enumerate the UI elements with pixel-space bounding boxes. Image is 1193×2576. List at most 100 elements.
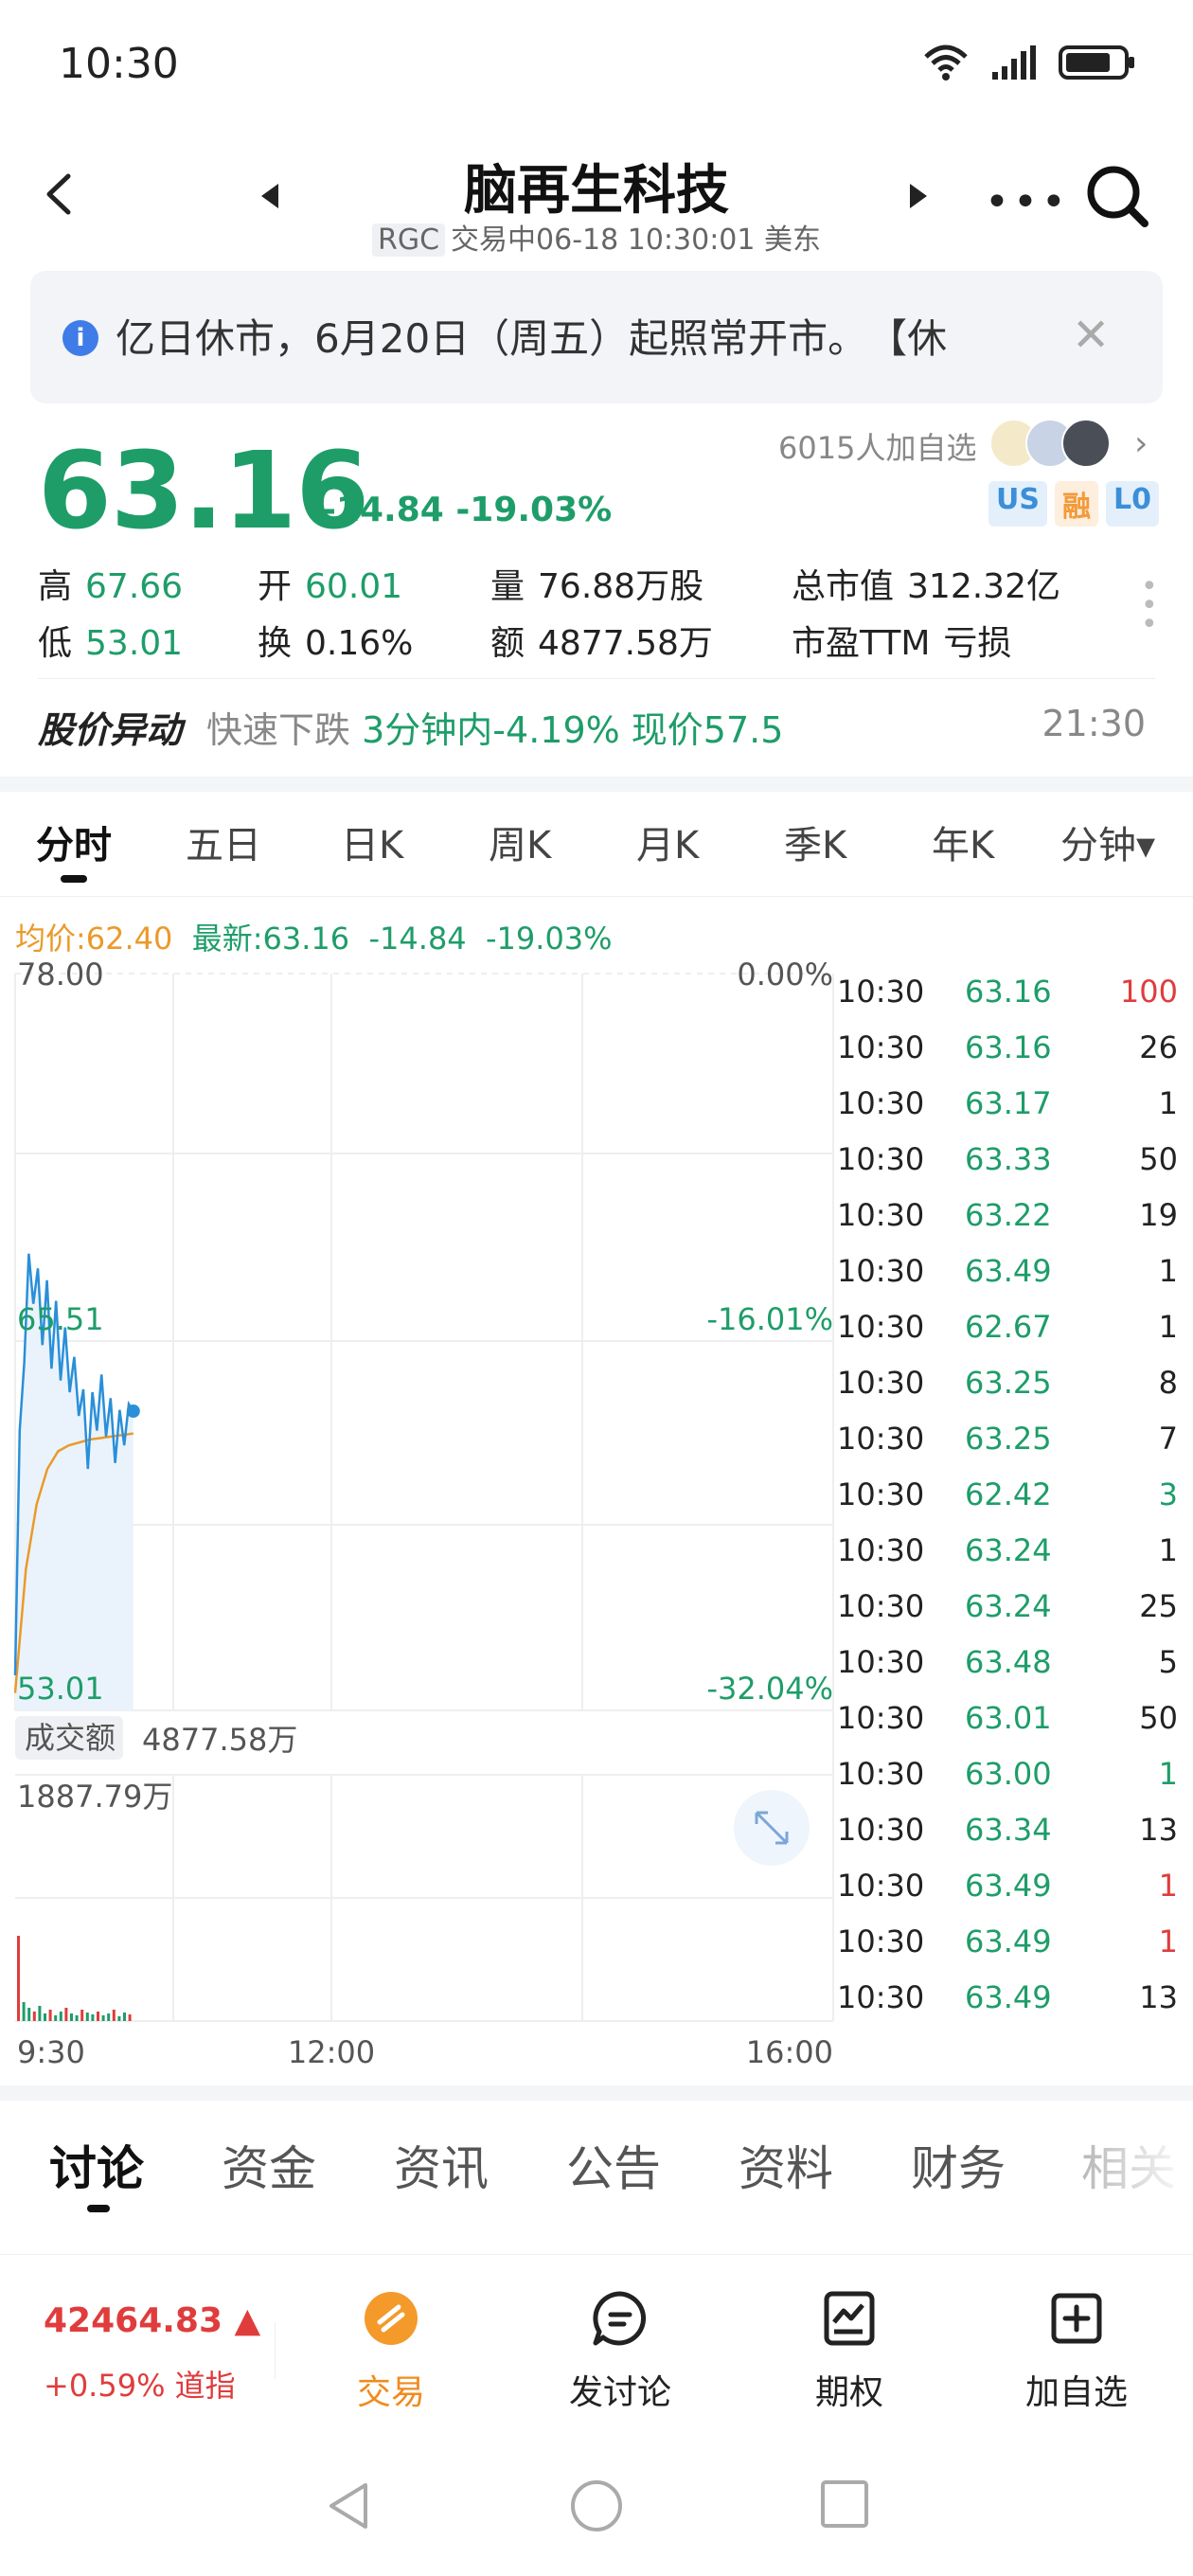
system-home-icon[interactable]	[568, 2478, 625, 2534]
tab-yearly-k[interactable]: 年K	[932, 814, 994, 869]
stat-turnover: 换 0.16%	[258, 624, 414, 663]
info-icon: i	[62, 320, 98, 356]
system-back-icon[interactable]	[324, 2478, 373, 2534]
tab-intraday[interactable]: 分时	[36, 814, 112, 869]
next-stock-button[interactable]	[904, 180, 933, 212]
volume-bar	[54, 2015, 58, 2021]
tick-row: 10:30 63.25 8	[837, 1365, 1178, 1421]
tick-time: 10:30	[837, 1085, 925, 1121]
tab-financials[interactable]: 财务	[911, 2131, 1006, 2199]
tabs-fade	[1060, 2121, 1193, 2207]
nav-add-watchlist[interactable]: 加自选	[1006, 2288, 1148, 2414]
volume-bar	[44, 2013, 46, 2021]
tick-price: 63.49	[965, 1979, 1052, 2015]
margin-badge: 融	[1054, 481, 1098, 527]
tick-volume: 1	[1158, 1756, 1178, 1792]
tick-row: 10:30 63.01 50	[837, 1700, 1178, 1756]
tick-time: 10:30	[837, 1812, 925, 1848]
tick-time: 10:30	[837, 1588, 925, 1624]
search-icon[interactable]	[1084, 163, 1150, 229]
system-recents-icon[interactable]	[818, 2478, 871, 2531]
section-divider	[0, 2085, 1193, 2101]
tick-volume: 50	[1139, 1700, 1178, 1736]
tick-price: 63.24	[965, 1532, 1052, 1568]
volume-bar	[101, 2015, 105, 2021]
tick-row: 10:30 63.25 7	[837, 1421, 1178, 1476]
tick-time: 10:30	[837, 1700, 925, 1736]
tick-time: 10:30	[837, 1421, 925, 1457]
divider	[0, 896, 1193, 897]
close-icon[interactable]: ✕	[1072, 309, 1110, 362]
nav-post-discussion[interactable]: 发讨论	[549, 2288, 691, 2414]
tick-price: 63.48	[965, 1644, 1052, 1680]
options-chart-icon	[824, 2291, 875, 2346]
tab-capital[interactable]: 资金	[222, 2131, 316, 2199]
volume-bar	[91, 2014, 95, 2021]
more-stats-icon[interactable]: • • •	[1141, 573, 1158, 639]
volume-bars	[17, 1936, 132, 2021]
volume-bar	[128, 2014, 132, 2021]
tab-discussion[interactable]: 讨论	[49, 2131, 144, 2199]
tab-monthly-k[interactable]: 月K	[636, 814, 699, 869]
tab-news[interactable]: 资讯	[394, 2131, 489, 2199]
notice-text: 亿日休市，6月20日（周五）起照常开市。 【休	[116, 315, 948, 362]
volume-bar	[59, 2012, 62, 2021]
latest-price: 最新:63.16	[191, 921, 350, 957]
trading-status: 交易中06-18 10:30:01 美东	[451, 224, 822, 257]
latest-price-dot	[126, 1404, 140, 1419]
index-price[interactable]: 42464.83 ▲	[44, 2301, 260, 2340]
watcher-count[interactable]: 6015人加自选	[778, 424, 976, 468]
tick-price: 62.67	[965, 1309, 1052, 1345]
tick-volume: 1	[1158, 1532, 1178, 1568]
tab-daily-k[interactable]: 日K	[341, 814, 403, 869]
tick-price: 63.16	[965, 1029, 1052, 1065]
stat-volume: 量 76.88万股	[490, 567, 704, 606]
price-change: -14.84 -19.03%	[322, 491, 613, 529]
price-alert[interactable]: 股价异动 快速下跌 3分钟内-4.19% 现价57.5	[38, 701, 783, 753]
battery-icon	[1059, 45, 1134, 80]
volume-bar	[85, 2012, 89, 2021]
tick-price: 63.00	[965, 1756, 1052, 1792]
pct-label-top: 0.00%	[737, 957, 833, 993]
volume-bar	[70, 2013, 73, 2021]
tick-volume: 1	[1158, 1923, 1178, 1959]
tick-row: 10:30 63.49 1	[837, 1868, 1178, 1923]
us-badge: US	[988, 481, 1047, 527]
volume-label: 成交额	[25, 1720, 116, 1756]
notice-banner[interactable]: i 亿日休市，6月20日（周五）起照常开市。 【休 ✕	[30, 271, 1163, 403]
tick-volume: 13	[1139, 1979, 1178, 2015]
tick-price: 63.01	[965, 1700, 1052, 1736]
avatar	[1061, 419, 1111, 468]
tick-list[interactable]: 10:30 63.16 100 10:30 63.16 26 10:30 63.17 1 10:3…	[837, 974, 1178, 2035]
stat-high: 高 67.66	[38, 567, 184, 606]
tick-volume: 1	[1158, 1085, 1178, 1121]
tab-announcements[interactable]: 公告	[566, 2131, 661, 2199]
watcher-avatars[interactable]	[989, 419, 1111, 468]
tab-profile[interactable]: 资料	[739, 2131, 833, 2199]
tick-price: 63.49	[965, 1253, 1052, 1289]
tab-5day[interactable]: 五日	[186, 814, 261, 869]
y-label-mid: 65.51	[17, 1301, 104, 1337]
volume-bar	[117, 2016, 121, 2021]
tab-quarterly-k[interactable]: 季K	[784, 814, 846, 869]
nav-options[interactable]: 期权	[778, 2288, 920, 2414]
tick-price: 63.34	[965, 1812, 1052, 1848]
x-label-open: 9:30	[17, 2034, 85, 2070]
signal-icon	[992, 45, 1036, 80]
intraday-chart[interactable]: 78.00 65.51 53.01 0.00% -16.01% -32.04% …	[0, 957, 837, 2093]
chevron-right-icon[interactable]: ›	[1134, 424, 1148, 463]
more-button[interactable]: •••	[985, 178, 1070, 226]
tick-row: 10:30 63.48 5	[837, 1644, 1178, 1700]
section-divider	[0, 777, 1193, 792]
tick-time: 10:30	[837, 1644, 925, 1680]
tick-volume: 3	[1158, 1476, 1178, 1512]
tick-row: 10:30 63.33 50	[837, 1141, 1178, 1197]
tick-volume: 5	[1158, 1644, 1178, 1680]
tick-volume: 50	[1139, 1141, 1178, 1177]
stat-pe: 市盈TTM 亏损	[792, 624, 1012, 663]
tick-price: 63.16	[965, 974, 1052, 1010]
index-change[interactable]: +0.59% 道指	[44, 2362, 236, 2406]
tab-weekly-k[interactable]: 周K	[489, 814, 551, 869]
nav-trade[interactable]: 交易	[320, 2288, 462, 2414]
tab-minute-dropdown[interactable]: 分钟▾	[1060, 814, 1155, 869]
